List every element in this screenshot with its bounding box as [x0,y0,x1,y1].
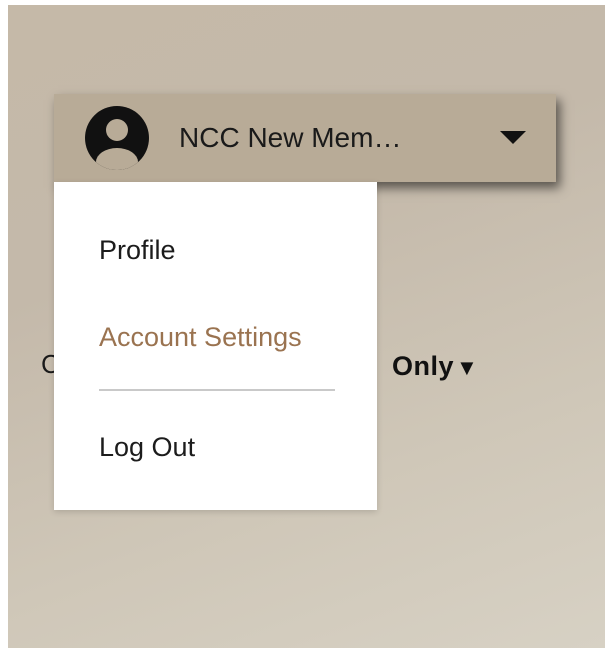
filter-dropdown-text: Only [392,351,455,381]
filter-dropdown-label[interactable]: Only▼ [392,353,478,380]
menu-divider [99,389,335,391]
user-avatar-icon [85,106,149,170]
filter-caret-icon: ▼ [456,355,479,380]
user-name: NCC New Mem… [179,122,402,153]
menu-item-profile[interactable]: Profile [99,235,176,266]
page-background: C Only▼ NCC New Mem… Profile Account Set… [8,5,605,648]
caret-down-icon[interactable] [500,131,526,144]
user-dropdown-menu: Profile Account Settings Log Out [54,182,377,510]
menu-item-log-out[interactable]: Log Out [99,432,195,463]
menu-item-account-settings[interactable]: Account Settings [99,322,302,353]
user-menu-button[interactable]: NCC New Mem… [54,94,556,182]
